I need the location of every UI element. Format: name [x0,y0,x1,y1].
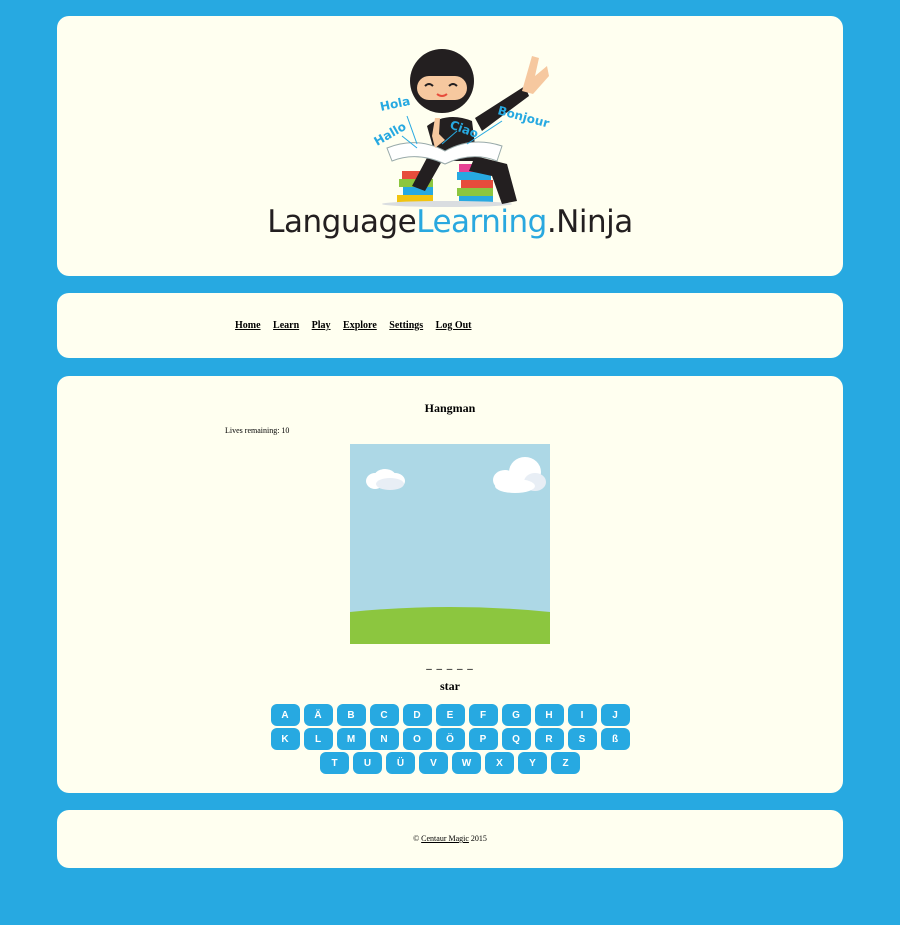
footer-copyright: © Centaur Magic 2015 [57,834,843,843]
letter-key[interactable]: ß [600,728,630,750]
lives-remaining: Lives remaining: 10 [225,426,290,435]
letter-key[interactable]: B [336,704,366,726]
letter-key[interactable]: H [534,704,564,726]
game-title: Hangman [424,401,476,415]
letter-key[interactable]: U [353,752,382,774]
company-link[interactable]: Centaur Magic [421,834,469,843]
letter-key[interactable]: Z [551,752,580,774]
brand-part-ninja: .Ninja [546,204,633,240]
word-hint: star [440,679,460,693]
letter-key[interactable]: D [402,704,432,726]
footer-panel: © Centaur Magic 2015 [57,810,843,868]
letter-key[interactable]: I [567,704,597,726]
letter-key[interactable]: Ü [386,752,415,774]
copyright-symbol: © [413,834,420,843]
nav-play-link[interactable]: Play [312,320,331,331]
game-panel: Hangman Lives remaining: 10 _ _ _ _ _ st… [57,376,843,793]
letter-key[interactable]: P [468,728,498,750]
letter-key[interactable]: O [402,728,432,750]
letter-key[interactable]: K [270,728,300,750]
nav-learn-link[interactable]: Learn [273,320,299,331]
bonjour-word: Bonjour [496,103,551,130]
letter-key[interactable]: Y [518,752,547,774]
letter-key[interactable]: J [600,704,630,726]
word-blanks: _ _ _ _ _ [426,659,474,671]
letter-keyboard: AÄBCDEFGHIJKLMNOÖPQRSßTUÜVWXYZ [57,704,843,776]
letter-key[interactable]: A [270,704,300,726]
letter-key[interactable]: N [369,728,399,750]
letter-key[interactable]: S [567,728,597,750]
letter-key[interactable]: Q [501,728,531,750]
nav-logout-link[interactable]: Log Out [436,320,472,331]
brand-wordmark: LanguageLearning.Ninja [57,204,843,240]
keyboard-row: KLMNOÖPQRSß [57,728,843,750]
brand-part-learning: Learning [416,204,547,240]
letter-key[interactable]: F [468,704,498,726]
letter-key[interactable]: R [534,728,564,750]
keyboard-row: AÄBCDEFGHIJ [57,704,843,726]
keyboard-row: TUÜVWXYZ [57,752,843,774]
letter-key[interactable]: M [336,728,366,750]
letter-key[interactable]: Ö [435,728,465,750]
letter-key[interactable]: T [320,752,349,774]
ninja-logo-illustration: Hola Hallo Ciao Bonjour [372,49,551,207]
hola-word: Hola [379,94,412,114]
letter-key[interactable]: L [303,728,333,750]
letter-key[interactable]: W [452,752,481,774]
nav-explore-link[interactable]: Explore [343,320,377,331]
letter-key[interactable]: C [369,704,399,726]
letter-key[interactable]: X [485,752,514,774]
main-nav: Home Learn Play Explore Settings Log Out [235,320,482,331]
nav-panel: Home Learn Play Explore Settings Log Out [57,293,843,358]
nav-home-link[interactable]: Home [235,320,261,331]
letter-key[interactable]: G [501,704,531,726]
letter-key[interactable]: V [419,752,448,774]
nav-settings-link[interactable]: Settings [389,320,423,331]
letter-key[interactable]: E [435,704,465,726]
letter-key[interactable]: Ä [303,704,333,726]
header-panel: Hola Hallo Ciao Bonjour LanguageLearning… [57,16,843,276]
copyright-year: 2015 [470,834,487,843]
hangman-scene [350,444,550,644]
brand-part-language: Language [267,204,417,240]
